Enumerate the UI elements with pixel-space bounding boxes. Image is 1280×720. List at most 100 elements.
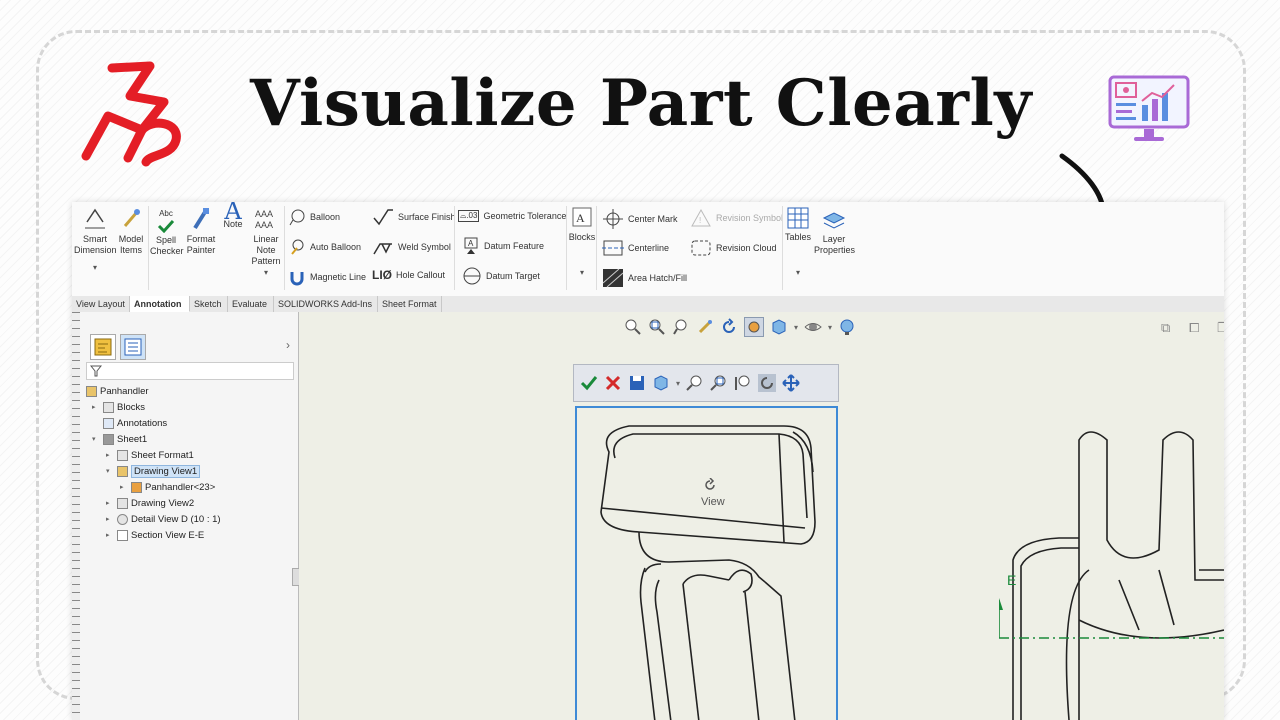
tab-annotation[interactable]: Annotation bbox=[130, 296, 190, 312]
tab-view-layout[interactable]: View Layout bbox=[72, 296, 130, 312]
cancel-icon[interactable] bbox=[604, 374, 622, 392]
revision-cloud-button[interactable]: Revision Cloud bbox=[690, 238, 777, 258]
tree-item-section-view[interactable]: ▸ Section View E-E bbox=[106, 528, 204, 542]
filter-input[interactable] bbox=[86, 362, 294, 380]
ribbon-separator bbox=[148, 206, 149, 290]
dropdown-caret-icon[interactable]: ▾ bbox=[794, 323, 798, 332]
zoom-in-out-icon[interactable] bbox=[734, 374, 752, 392]
collapse-icon[interactable]: ▾ bbox=[92, 435, 100, 443]
view-cursor-label: View bbox=[701, 496, 725, 508]
filter-icon bbox=[90, 365, 102, 377]
note-button[interactable]: A Note bbox=[220, 202, 246, 230]
save-icon[interactable] bbox=[628, 374, 646, 392]
layer-properties-button[interactable]: Layer Properties bbox=[814, 210, 855, 256]
tree-item-drawing-view2[interactable]: ▸ Drawing View2 bbox=[106, 496, 194, 510]
tab-sketch[interactable]: Sketch bbox=[190, 296, 228, 312]
hatch-icon bbox=[602, 268, 624, 288]
dropdown-caret-icon[interactable]: ▾ bbox=[248, 267, 284, 278]
split-pane-icon[interactable]: ⧠ bbox=[1189, 320, 1199, 336]
blocks-icon: A bbox=[572, 207, 592, 227]
area-hatch-button[interactable]: Area Hatch/Fill bbox=[602, 268, 687, 288]
linear-note-pattern-button[interactable]: AAA AAA Linear Note Pattern ▾ bbox=[248, 206, 284, 278]
appearance-icon[interactable] bbox=[838, 318, 856, 336]
drawing-canvas[interactable]: ▾ ▾ ⧉ ⧠ ❐ ✕ ▾ bbox=[299, 312, 1224, 720]
surface-finish-button[interactable]: Surface Finish bbox=[372, 208, 456, 226]
smart-dimension-icon bbox=[85, 208, 105, 229]
svg-text:!: ! bbox=[699, 216, 701, 225]
dropdown-caret-icon[interactable]: ▾ bbox=[74, 262, 116, 273]
collapse-icon[interactable]: ▾ bbox=[106, 467, 114, 475]
weld-symbol-button[interactable]: Weld Symbol bbox=[372, 238, 451, 256]
part-drawing-view bbox=[600, 425, 816, 720]
tree-root[interactable]: Panhandler bbox=[86, 384, 149, 398]
dropdown-caret-icon[interactable]: ▾ bbox=[568, 267, 596, 278]
expand-icon[interactable]: ▸ bbox=[106, 515, 114, 523]
dropdown-caret-icon[interactable]: ▾ bbox=[828, 323, 832, 332]
minimize-icon[interactable]: ❐ bbox=[1217, 320, 1224, 336]
zoom-to-fit-icon[interactable] bbox=[686, 374, 704, 392]
folder-icon bbox=[103, 401, 114, 413]
tab-sheet-format[interactable]: Sheet Format bbox=[378, 296, 442, 312]
pan-arrows-icon[interactable] bbox=[782, 374, 800, 392]
rotate-icon[interactable] bbox=[758, 374, 777, 392]
zoom-area-icon[interactable] bbox=[710, 374, 728, 392]
annotation-icon bbox=[103, 417, 114, 429]
tree-item-sheet1[interactable]: ▾ Sheet1 bbox=[92, 432, 147, 446]
view-orientation-icon[interactable] bbox=[770, 318, 788, 336]
tree-item-detail-view[interactable]: ▸ Detail View D (10 : 1) bbox=[106, 512, 221, 526]
tree-item-panhandler-part[interactable]: ▸ Panhandler<23> bbox=[120, 480, 215, 494]
previous-view-icon[interactable] bbox=[672, 318, 690, 336]
tables-button[interactable]: Tables ▾ bbox=[784, 206, 812, 278]
magnetic-line-button[interactable]: Magnetic Line bbox=[288, 268, 366, 286]
zoom-to-fit-icon[interactable] bbox=[624, 318, 642, 336]
datum-feature-button[interactable]: A Datum Feature bbox=[462, 236, 544, 256]
centerline-button[interactable]: Centerline bbox=[602, 238, 669, 258]
pan-icon[interactable] bbox=[696, 318, 714, 336]
surface-finish-icon bbox=[373, 209, 393, 226]
tree-item-annotations[interactable]: Annotations bbox=[92, 416, 167, 430]
tab-solidworks-addins[interactable]: SOLIDWORKS Add-Ins bbox=[274, 296, 378, 312]
balloon-button[interactable]: Balloon bbox=[288, 208, 340, 226]
geometric-tolerance-button[interactable]: ⌓.03 Geometric Tolerance bbox=[458, 210, 566, 222]
expand-icon[interactable]: ▸ bbox=[92, 403, 100, 411]
smart-dimension-button[interactable]: Smart Dimension ▾ bbox=[74, 206, 117, 273]
auto-balloon-button[interactable]: Auto Balloon bbox=[288, 238, 361, 256]
blocks-button[interactable]: A Blocks ▾ bbox=[568, 206, 596, 278]
hide-show-icon[interactable] bbox=[804, 318, 822, 336]
zoom-area-icon[interactable] bbox=[648, 318, 666, 336]
section-label: E bbox=[1007, 572, 1017, 588]
tree-item-sheet-format1[interactable]: ▸ Sheet Format1 bbox=[106, 448, 194, 462]
restore-pane-icon[interactable]: ⧉ bbox=[1161, 320, 1170, 336]
expand-icon[interactable]: ▸ bbox=[106, 451, 114, 459]
feature-manager-tab[interactable] bbox=[90, 334, 116, 360]
dropdown-caret-icon[interactable]: ▾ bbox=[676, 379, 680, 388]
annotation-ribbon: Smart Dimension ▾ Model Items Abc Spell … bbox=[72, 202, 1224, 297]
dropdown-caret-icon[interactable]: ▾ bbox=[784, 267, 812, 278]
chevron-right-icon[interactable]: › bbox=[286, 338, 290, 352]
revision-symbol-button[interactable]: ! Revision Symbol bbox=[690, 208, 783, 228]
svg-text:A: A bbox=[576, 211, 585, 225]
expand-icon[interactable]: ▸ bbox=[120, 483, 128, 491]
format-painter-button[interactable]: Format Painter bbox=[184, 206, 218, 256]
command-tabs: View Layout Annotation Sketch Evaluate S… bbox=[72, 296, 1224, 404]
tree-item-drawing-view1[interactable]: ▾ Drawing View1 bbox=[106, 464, 201, 478]
revision-cloud-icon bbox=[691, 240, 711, 256]
spell-checker-button[interactable]: Abc Spell Checker bbox=[150, 208, 184, 257]
drawing-view-icon bbox=[117, 465, 128, 477]
tree-item-blocks[interactable]: ▸ Blocks bbox=[92, 400, 145, 414]
model-items-icon bbox=[123, 209, 140, 227]
check-icon[interactable] bbox=[580, 374, 598, 392]
auto-balloon-icon bbox=[291, 239, 304, 255]
tab-evaluate[interactable]: Evaluate bbox=[228, 296, 274, 312]
model-items-button[interactable]: Model Items bbox=[116, 206, 146, 256]
view-orientation-icon[interactable] bbox=[652, 374, 670, 392]
center-mark-button[interactable]: Center Mark bbox=[602, 208, 678, 230]
property-manager-tab[interactable] bbox=[120, 334, 146, 360]
datum-target-button[interactable]: Datum Target bbox=[462, 266, 540, 286]
rotate-icon[interactable] bbox=[720, 318, 738, 336]
display-style-icon[interactable] bbox=[744, 317, 764, 337]
expand-icon[interactable]: ▸ bbox=[106, 499, 114, 507]
ribbon-separator bbox=[566, 206, 567, 290]
expand-icon[interactable]: ▸ bbox=[106, 531, 114, 539]
hole-callout-button[interactable]: LIØ Hole Callout bbox=[372, 268, 445, 282]
